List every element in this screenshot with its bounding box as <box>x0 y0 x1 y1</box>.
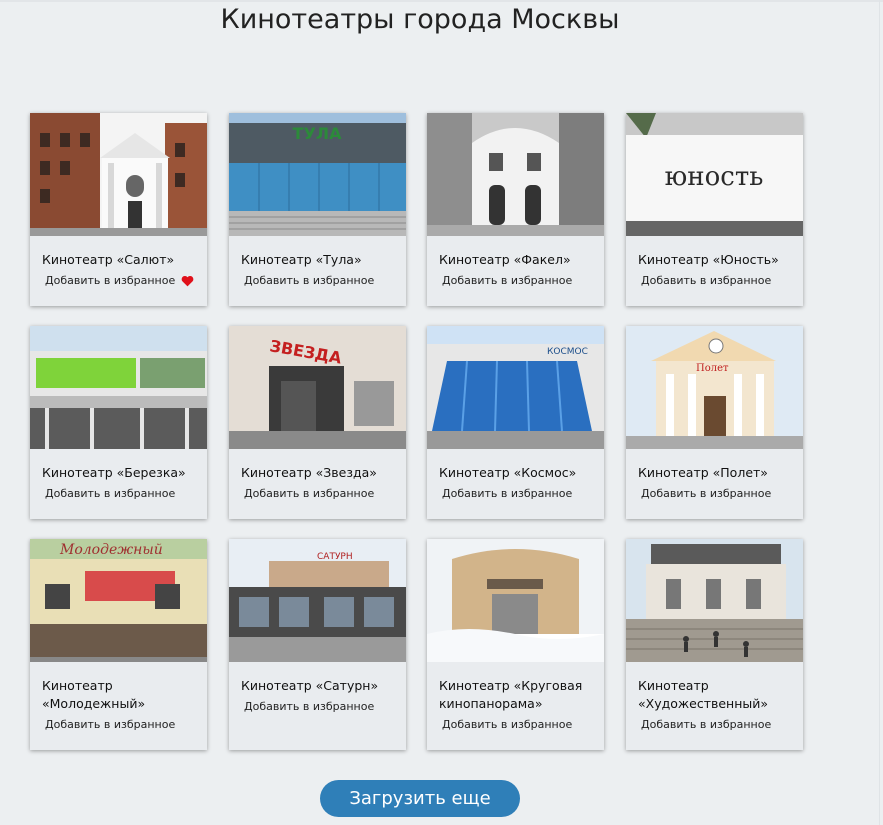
molodezhny-sign: Молодежный <box>59 542 163 558</box>
heart-icon[interactable] <box>181 275 194 287</box>
page-title: Кинотеатры города Москвы <box>220 4 620 35</box>
add-to-favorites-label: Добавить в избранное <box>641 487 772 500</box>
cinema-card-molodezhny[interactable]: Молодежный Кинотеатр «Молодежный» Добави… <box>30 539 207 750</box>
cinema-card-kosmos[interactable]: КОСМОС Кинотеатр «Космос» Добавить в изб… <box>427 326 604 519</box>
cinema-card-khudozhestvenny[interactable]: Кинотеатр «Художественный» Добавить в из… <box>626 539 803 750</box>
add-to-favorites-label: Добавить в избранное <box>641 718 772 731</box>
add-to-favorites-link[interactable]: Добавить в избранное <box>45 718 207 731</box>
cinema-name: Кинотеатр «Круговая кинопанорама» <box>439 678 583 711</box>
right-divider <box>879 0 880 825</box>
cinema-photo-saturn[interactable]: САТУРН <box>229 539 406 662</box>
saturn-sign: САТУРН <box>317 552 353 562</box>
tula-sign: ТУЛА <box>293 124 343 143</box>
add-to-favorites-link[interactable]: Добавить в избранное <box>442 274 604 287</box>
cinema-name: Кинотеатр «Факел» <box>439 252 571 267</box>
cinema-name: Кинотеатр «Космос» <box>439 465 577 480</box>
add-to-favorites-link[interactable]: Добавить в избранное <box>641 718 803 731</box>
cinema-name: Кинотеатр «Салют» <box>42 252 175 267</box>
add-to-favorites-link[interactable]: Добавить в избранное <box>244 487 406 500</box>
cinema-photo-krugovaya[interactable] <box>427 539 604 662</box>
load-more-button[interactable]: Загрузить еще <box>320 780 520 817</box>
cinema-photo-molodezhny[interactable]: Молодежный <box>30 539 207 662</box>
cinema-photo-berezka[interactable] <box>30 326 207 449</box>
add-to-favorites-link[interactable]: Добавить в избранное <box>641 274 803 287</box>
add-to-favorites-label: Добавить в избранное <box>45 274 176 287</box>
polet-sign: Полет <box>696 363 729 374</box>
add-to-favorites-link[interactable]: Добавить в избранное <box>45 487 207 500</box>
add-to-favorites-label: Добавить в избранное <box>442 487 573 500</box>
cinema-photo-khudozhestvenny[interactable] <box>626 539 803 662</box>
cinema-photo-salut[interactable] <box>30 113 207 236</box>
add-to-favorites-link[interactable]: Добавить в избранное <box>442 718 604 731</box>
cinema-card-berezka[interactable]: Кинотеатр «Березка» Добавить в избранное <box>30 326 207 519</box>
cinema-card-zvezda[interactable]: ЗВЕЗДА Кинотеатр «Звезда» Добавить в изб… <box>229 326 406 519</box>
cinema-name: Кинотеатр «Звезда» <box>241 465 377 480</box>
top-divider <box>0 0 883 2</box>
kosmos-sign: КОСМОС <box>547 347 588 357</box>
cinema-card-polet[interactable]: Полет Кинотеатр «Полет» Добавить в избра… <box>626 326 803 519</box>
cinema-card-krugovaya[interactable]: Кинотеатр «Круговая кинопанорама» Добави… <box>427 539 604 750</box>
add-to-favorites-label: Добавить в избранное <box>244 700 375 713</box>
add-to-favorites-link[interactable]: Добавить в избранное <box>244 274 406 287</box>
cinema-name: Кинотеатр «Художественный» <box>638 678 769 711</box>
cinema-photo-yunost[interactable]: юность <box>626 113 803 236</box>
cinema-card-fakel[interactable]: Кинотеатр «Факел» Добавить в избранное <box>427 113 604 306</box>
add-to-favorites-label: Добавить в избранное <box>442 718 573 731</box>
add-to-favorites-label: Добавить в избранное <box>45 487 176 500</box>
add-to-favorites-label: Добавить в избранное <box>641 274 772 287</box>
add-to-favorites-link[interactable]: Добавить в избранное <box>244 700 406 713</box>
cinema-photo-polet[interactable]: Полет <box>626 326 803 449</box>
cinema-photo-kosmos[interactable]: КОСМОС <box>427 326 604 449</box>
cinema-card-yunost[interactable]: юность Кинотеатр «Юность» Добавить в изб… <box>626 113 803 306</box>
add-to-favorites-label: Добавить в избранное <box>244 487 375 500</box>
cinema-name: Кинотеатр «Юность» <box>638 252 779 267</box>
cinema-card-salut[interactable]: Кинотеатр «Салют» Добавить в избранное <box>30 113 207 306</box>
add-to-favorites-label: Добавить в избранное <box>442 274 573 287</box>
add-to-favorites-link[interactable]: Добавить в избранное <box>442 487 604 500</box>
cinema-card-saturn[interactable]: САТУРН Кинотеатр «Сатурн» Добавить в изб… <box>229 539 406 750</box>
cinema-name: Кинотеатр «Березка» <box>42 465 186 480</box>
cinema-name: Кинотеатр «Сатурн» <box>241 678 379 693</box>
add-to-favorites-label: Добавить в избранное <box>244 274 375 287</box>
cinema-photo-tula[interactable]: ТУЛА <box>229 113 406 236</box>
add-to-favorites-link[interactable]: Добавить в избранное <box>641 487 803 500</box>
cinema-name: Кинотеатр «Тула» <box>241 252 362 267</box>
add-to-favorites-label: Добавить в избранное <box>45 718 176 731</box>
cinema-photo-fakel[interactable] <box>427 113 604 236</box>
add-to-favorites-link[interactable]: Добавить в избранное <box>45 274 207 287</box>
cinema-name: Кинотеатр «Молодежный» <box>42 678 146 711</box>
cinema-photo-zvezda[interactable]: ЗВЕЗДА <box>229 326 406 449</box>
cinema-name: Кинотеатр «Полет» <box>638 465 768 480</box>
yunost-sign: юность <box>665 162 764 192</box>
cinema-card-tula[interactable]: ТУЛА Кинотеатр «Тула» Добавить в избранн… <box>229 113 406 306</box>
